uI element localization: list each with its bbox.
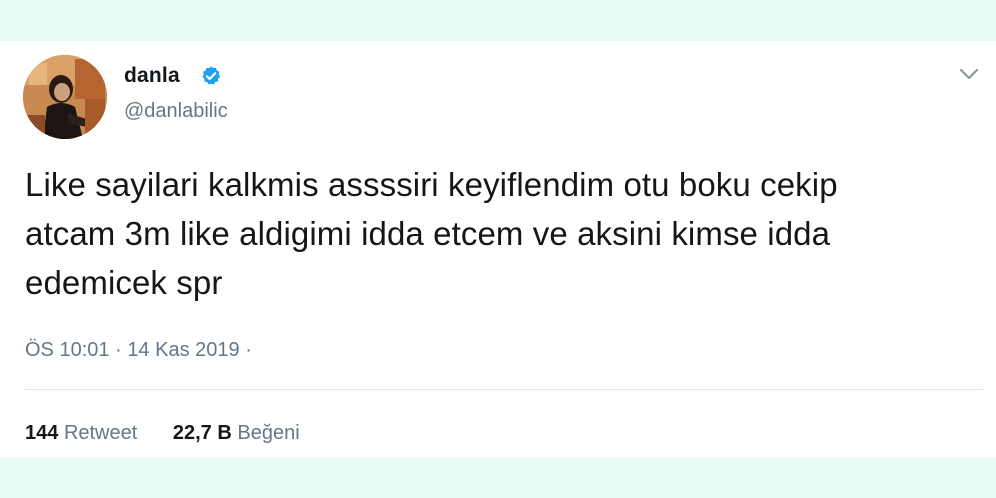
tweet-timestamp: ÖS 10:01 · 14 Kas 2019 ·	[25, 339, 252, 362]
stats-divider	[25, 389, 983, 390]
author-avatar[interactable]	[23, 55, 107, 139]
timestamp-date[interactable]: 14 Kas 2019	[127, 339, 239, 361]
bottom-background-band	[0, 458, 996, 498]
retweet-count-link[interactable]: 144 Retweet	[25, 422, 137, 445]
like-count-link[interactable]: 22,7 B Beğeni	[173, 422, 300, 445]
tweet-text: Like sayilari kalkmis assssiri keyiflend…	[25, 160, 980, 307]
top-background-band	[0, 0, 996, 41]
tweet-text-line: edemicek spr	[25, 264, 223, 301]
avatar-photo-icon	[23, 55, 107, 139]
tweet-text-line: atcam 3m like aldigimi idda etcem ve aks…	[25, 215, 831, 252]
like-label: Beğeni	[237, 422, 300, 444]
timestamp-trailing-dot: ·	[245, 339, 252, 361]
tweet-stats: 144 Retweet 22,7 B Beğeni	[25, 422, 300, 445]
verified-badge-icon	[202, 66, 221, 85]
retweet-label: Retweet	[63, 422, 138, 444]
author-display-name[interactable]: danla	[124, 64, 180, 88]
like-count: 22,7 B	[172, 422, 232, 444]
timestamp-separator: ·	[115, 339, 122, 361]
author-handle[interactable]: @danlabilic	[124, 100, 228, 123]
tweet-text-line: Like sayilari kalkmis assssiri keyiflend…	[25, 166, 838, 203]
timestamp-time[interactable]: ÖS 10:01	[25, 339, 110, 361]
retweet-count: 144	[25, 422, 59, 444]
chevron-down-icon[interactable]	[957, 64, 981, 84]
